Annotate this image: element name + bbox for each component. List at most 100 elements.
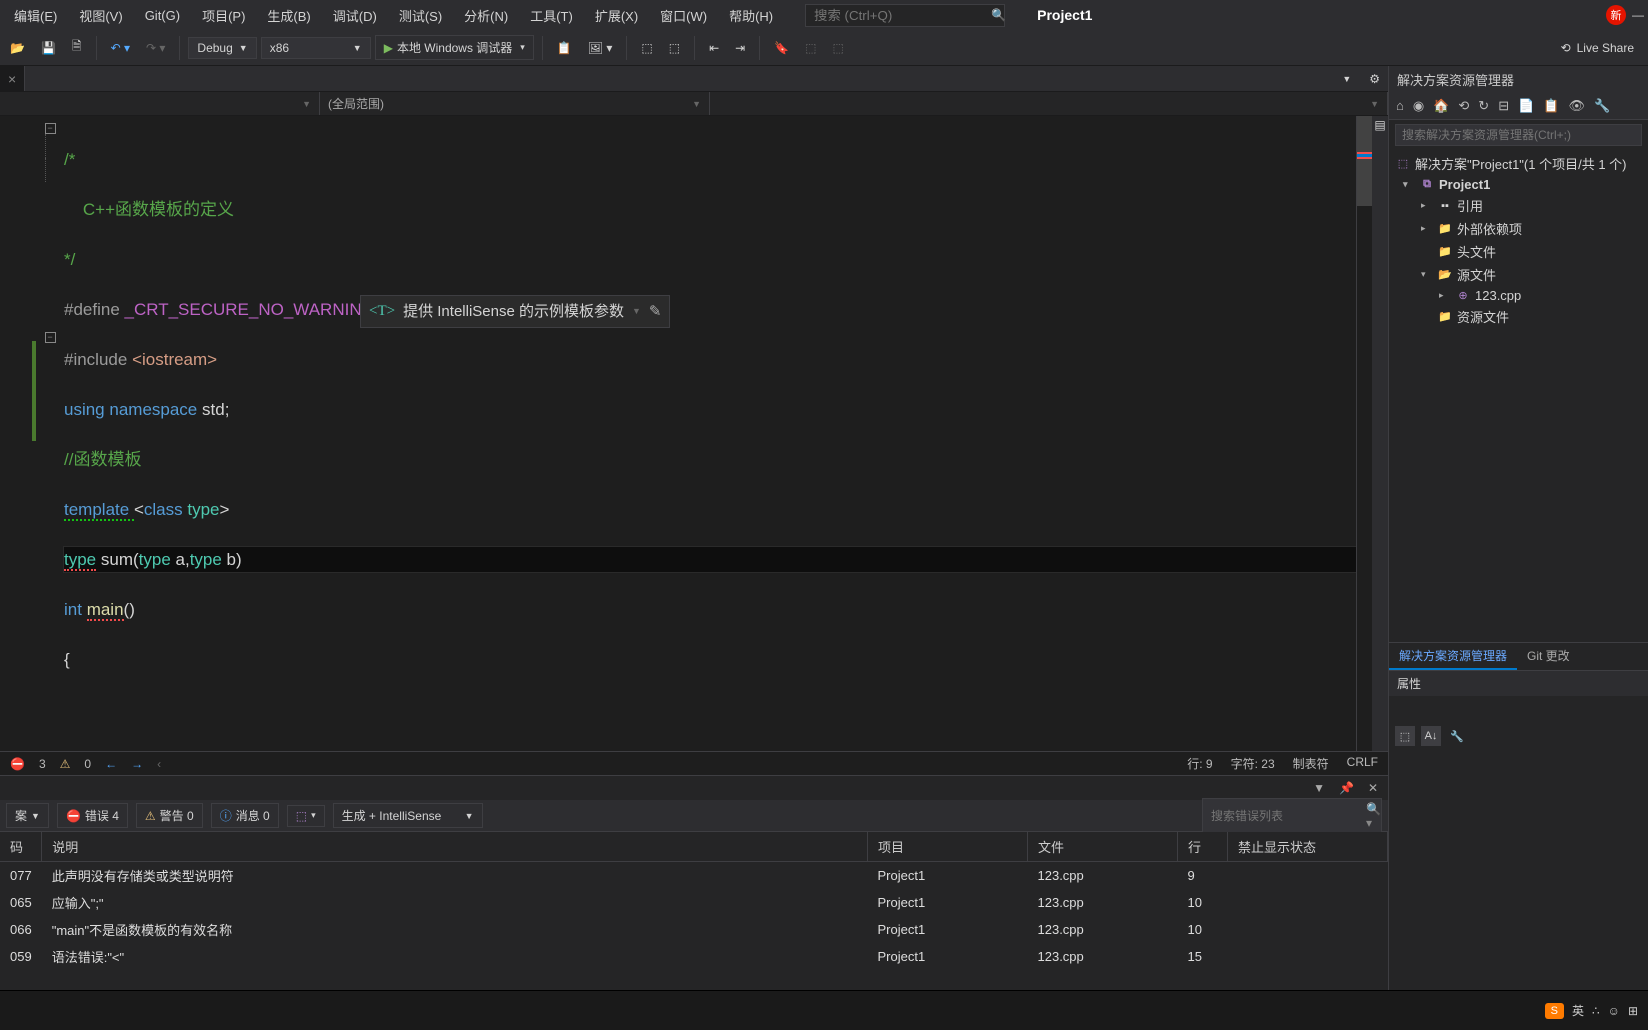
source-filter-dropdown[interactable]: 生成 + IntelliSense▼ bbox=[333, 803, 483, 828]
properties-icon[interactable]: 📋 bbox=[1540, 96, 1562, 116]
tree-headers[interactable]: ▸ 📁 头文件 bbox=[1389, 240, 1648, 263]
panel-close-icon[interactable]: ✕ bbox=[1364, 779, 1382, 797]
tree-project[interactable]: ▾ ⧉ Project1 bbox=[1389, 175, 1648, 194]
char-indicator[interactable]: 字符: 23 bbox=[1231, 755, 1275, 772]
language-indicator[interactable]: 英 bbox=[1572, 1002, 1584, 1019]
code-content[interactable]: /* C++函数模板的定义 */ #define _CRT_SECURE_NO_… bbox=[60, 116, 1356, 751]
preview-icon[interactable]: 👁 bbox=[1565, 96, 1588, 116]
col-file[interactable]: 文件 bbox=[1028, 832, 1178, 862]
nav-forward-icon[interactable]: → bbox=[131, 757, 143, 771]
sync-icon[interactable]: ⟲ bbox=[1455, 96, 1472, 116]
notifications-badge[interactable]: 新 bbox=[1606, 5, 1626, 25]
platform-dropdown[interactable]: x86▼ bbox=[261, 37, 371, 59]
global-search-input[interactable] bbox=[814, 8, 991, 23]
tree-resources[interactable]: ▸ 📁 资源文件 bbox=[1389, 305, 1648, 328]
indent-left-icon[interactable]: ⇤ bbox=[703, 37, 725, 59]
nav-back-icon[interactable]: ← bbox=[105, 757, 117, 771]
toolbar-tool-icon[interactable]: ⬚ bbox=[826, 37, 849, 59]
intellisense-popup[interactable]: <T> 提供 IntelliSense 的示例模板参数 ▼ ✎ bbox=[360, 295, 670, 328]
config-dropdown[interactable]: Debug▼ bbox=[188, 37, 256, 59]
menu-window[interactable]: 窗口(W) bbox=[650, 2, 717, 29]
tab-solution-explorer[interactable]: 解决方案资源管理器 bbox=[1389, 643, 1517, 670]
categorize-icon[interactable]: ⬚ bbox=[1395, 726, 1415, 746]
menu-debug[interactable]: 调试(D) bbox=[323, 2, 387, 29]
errors-filter-button[interactable]: ⛔错误 4 bbox=[57, 803, 128, 828]
tab-git-changes[interactable]: Git 更改 bbox=[1517, 643, 1580, 670]
messages-filter-button[interactable]: ⓘ消息 0 bbox=[211, 803, 279, 828]
expander-icon[interactable]: ▾ bbox=[1403, 179, 1415, 190]
taskbar-icon[interactable]: ☺ bbox=[1608, 1004, 1620, 1018]
expander-icon[interactable]: ▸ bbox=[1421, 200, 1433, 211]
undo-icon[interactable]: ↶ ▾ bbox=[105, 37, 136, 59]
menu-tools[interactable]: 工具(T) bbox=[520, 2, 583, 29]
solution-tree[interactable]: ⬚ 解决方案"Project1"(1 个项目/共 1 个) ▾ ⧉ Projec… bbox=[1389, 150, 1648, 642]
scope-filter-dropdown[interactable]: 案 ▼ bbox=[6, 803, 49, 828]
error-list-table[interactable]: 码 说明 项目 文件 行 禁止显示状态 077 此声明没有存储类或类型说明符 P… bbox=[0, 832, 1388, 990]
error-row[interactable]: 059 语法错误:"<" Project1 123.cpp 15 bbox=[0, 943, 1388, 970]
expander-icon[interactable]: ▸ bbox=[1421, 223, 1433, 234]
toolbar-tool-icon[interactable]: ⬚ bbox=[635, 37, 658, 59]
error-row[interactable]: 065 应输入";" Project1 123.cpp 10 bbox=[0, 889, 1388, 916]
error-count-icon[interactable]: ⛔ bbox=[10, 757, 25, 771]
menu-extensions[interactable]: 扩展(X) bbox=[585, 2, 648, 29]
editor-settings-icon[interactable]: ⚙ bbox=[1361, 68, 1388, 90]
split-handle-icon[interactable]: ▤ bbox=[1372, 116, 1388, 751]
show-all-icon[interactable]: 📄 bbox=[1515, 96, 1537, 116]
menu-help[interactable]: 帮助(H) bbox=[719, 2, 783, 29]
nav-scope-dropdown[interactable]: (全局范围)▼ bbox=[320, 92, 710, 115]
col-code[interactable]: 码 bbox=[0, 832, 42, 862]
editor-tab[interactable]: × bbox=[0, 66, 25, 91]
scrollbar-thumb[interactable] bbox=[1357, 116, 1372, 206]
solution-search-box[interactable] bbox=[1395, 124, 1642, 146]
eol-indicator[interactable]: CRLF bbox=[1347, 755, 1378, 772]
menu-analyze[interactable]: 分析(N) bbox=[454, 2, 518, 29]
warnings-filter-button[interactable]: ⚠警告 0 bbox=[136, 803, 203, 828]
start-debug-button[interactable]: ▶ 本地 Windows 调试器 ▾ bbox=[375, 35, 534, 60]
ime-badge[interactable]: S bbox=[1545, 1003, 1564, 1019]
global-search-box[interactable]: 🔍 bbox=[805, 4, 1005, 27]
solution-search-input[interactable] bbox=[1402, 128, 1635, 142]
redo-icon[interactable]: ↷ ▾ bbox=[140, 37, 171, 59]
save-icon[interactable]: 💾 bbox=[35, 37, 62, 59]
code-filter-button[interactable]: ⬚▾ bbox=[287, 805, 325, 827]
error-search-box[interactable]: 🔍▾ bbox=[1202, 798, 1382, 834]
back-icon[interactable]: ◉ bbox=[1410, 96, 1427, 116]
toolbar-tool-icon[interactable]: ⬚ bbox=[799, 37, 822, 59]
taskbar-icon[interactable]: ⊞ bbox=[1628, 1004, 1638, 1018]
error-row[interactable]: 066 "main"不是函数模板的有效名称 Project1 123.cpp 1… bbox=[0, 916, 1388, 943]
live-share-button[interactable]: ⟲ Live Share bbox=[1551, 37, 1644, 59]
home-icon[interactable]: ⌂ bbox=[1393, 96, 1407, 116]
tree-external-deps[interactable]: ▸ 📁 外部依赖项 bbox=[1389, 217, 1648, 240]
fold-icon[interactable]: − bbox=[45, 123, 56, 134]
tab-overflow-icon[interactable]: ▼ bbox=[1334, 70, 1359, 88]
tree-references[interactable]: ▸ ▪▪ 引用 bbox=[1389, 194, 1648, 217]
menu-project[interactable]: 项目(P) bbox=[192, 2, 255, 29]
toolbar-tool-icon[interactable]: 🖼 ▾ bbox=[582, 37, 619, 59]
menu-edit[interactable]: 编辑(E) bbox=[4, 2, 67, 29]
menu-test[interactable]: 测试(S) bbox=[389, 2, 452, 29]
code-editor[interactable]: − − /* C++函数模板的定义 */ #define _CRT_SECURE… bbox=[0, 116, 1388, 751]
col-project[interactable]: 项目 bbox=[868, 832, 1028, 862]
tree-solution-root[interactable]: ⬚ 解决方案"Project1"(1 个项目/共 1 个) bbox=[1389, 152, 1648, 175]
bookmark-icon[interactable]: 🔖 bbox=[768, 37, 795, 59]
close-tab-icon[interactable]: × bbox=[8, 71, 16, 87]
menu-view[interactable]: 视图(V) bbox=[69, 2, 132, 29]
edit-icon[interactable]: ✎ bbox=[649, 299, 662, 324]
col-suppress[interactable]: 禁止显示状态 bbox=[1228, 832, 1388, 862]
warning-count-icon[interactable]: ⚠ bbox=[60, 757, 71, 771]
error-search-input[interactable] bbox=[1211, 809, 1366, 823]
minimize-icon[interactable]: — bbox=[1632, 8, 1644, 22]
expander-icon[interactable]: ▸ bbox=[1439, 290, 1451, 301]
scrollbar-minimap[interactable] bbox=[1356, 116, 1372, 751]
panel-dropdown-icon[interactable]: ▼ bbox=[1309, 779, 1329, 797]
col-desc[interactable]: 说明 bbox=[42, 832, 868, 862]
tree-source-file[interactable]: ▸ ⊕ 123.cpp bbox=[1389, 286, 1648, 305]
toolbar-tool-icon[interactable]: ⬚ bbox=[663, 37, 686, 59]
wrench-icon[interactable]: 🔧 bbox=[1447, 726, 1467, 746]
taskbar-icon[interactable]: ∴ bbox=[1592, 1004, 1600, 1018]
chevron-down-icon[interactable]: ▼ bbox=[632, 299, 641, 324]
alphabetize-icon[interactable]: A↓ bbox=[1421, 726, 1441, 746]
save-all-icon[interactable]: 🗎 bbox=[66, 33, 88, 62]
open-file-icon[interactable]: 📂 bbox=[4, 37, 31, 59]
collapse-icon[interactable]: ⊟ bbox=[1495, 96, 1512, 116]
